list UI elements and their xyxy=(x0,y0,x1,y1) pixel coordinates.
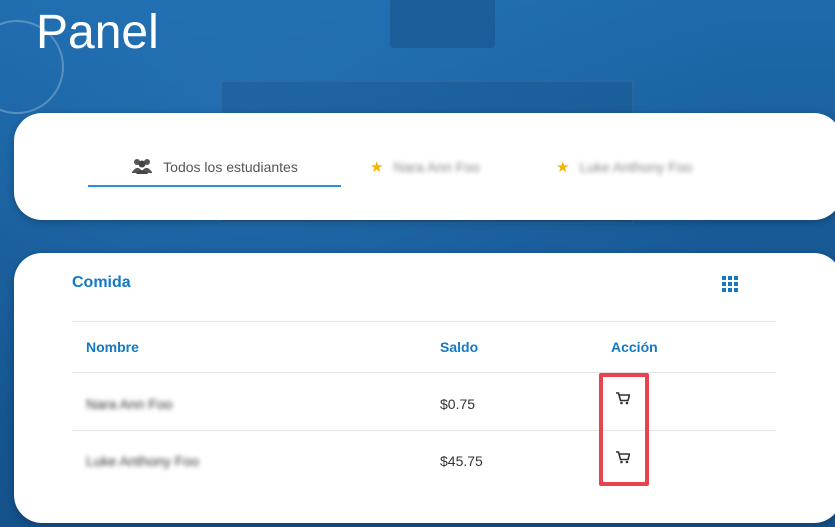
tab-all-students[interactable]: Todos los estudiantes xyxy=(88,149,341,187)
grid-icon[interactable] xyxy=(722,276,738,297)
column-header-name: Nombre xyxy=(86,339,139,355)
page-title: Panel xyxy=(36,6,159,59)
tab-label: Luke Anthony Foo xyxy=(579,159,693,175)
background-shape xyxy=(390,0,495,48)
section-title: Comida xyxy=(72,274,131,291)
tab-student-1[interactable]: ★ Nara Ann Foo xyxy=(370,149,480,185)
star-icon: ★ xyxy=(370,159,384,176)
tab-label: Todos los estudiantes xyxy=(163,159,298,175)
row-balance: $45.75 xyxy=(440,453,483,469)
divider xyxy=(72,321,776,322)
divider xyxy=(72,430,776,431)
row-name: Nara Ann Foo xyxy=(86,396,173,412)
highlight-box xyxy=(599,373,649,486)
tabs-card: Todos los estudiantes ★ Nara Ann Foo ★ L… xyxy=(14,113,835,220)
table-card: Comida Nombre Saldo Acción Nara Ann Foo … xyxy=(14,253,835,523)
column-header-action: Acción xyxy=(611,339,658,355)
row-name: Luke Anthony Foo xyxy=(86,453,199,469)
tab-label: Nara Ann Foo xyxy=(393,159,480,175)
column-header-balance: Saldo xyxy=(440,339,479,355)
tab-student-2[interactable]: ★ Luke Anthony Foo xyxy=(556,149,692,185)
divider xyxy=(72,372,776,373)
star-icon: ★ xyxy=(556,159,570,176)
users-icon xyxy=(131,157,153,178)
row-balance: $0.75 xyxy=(440,396,476,412)
